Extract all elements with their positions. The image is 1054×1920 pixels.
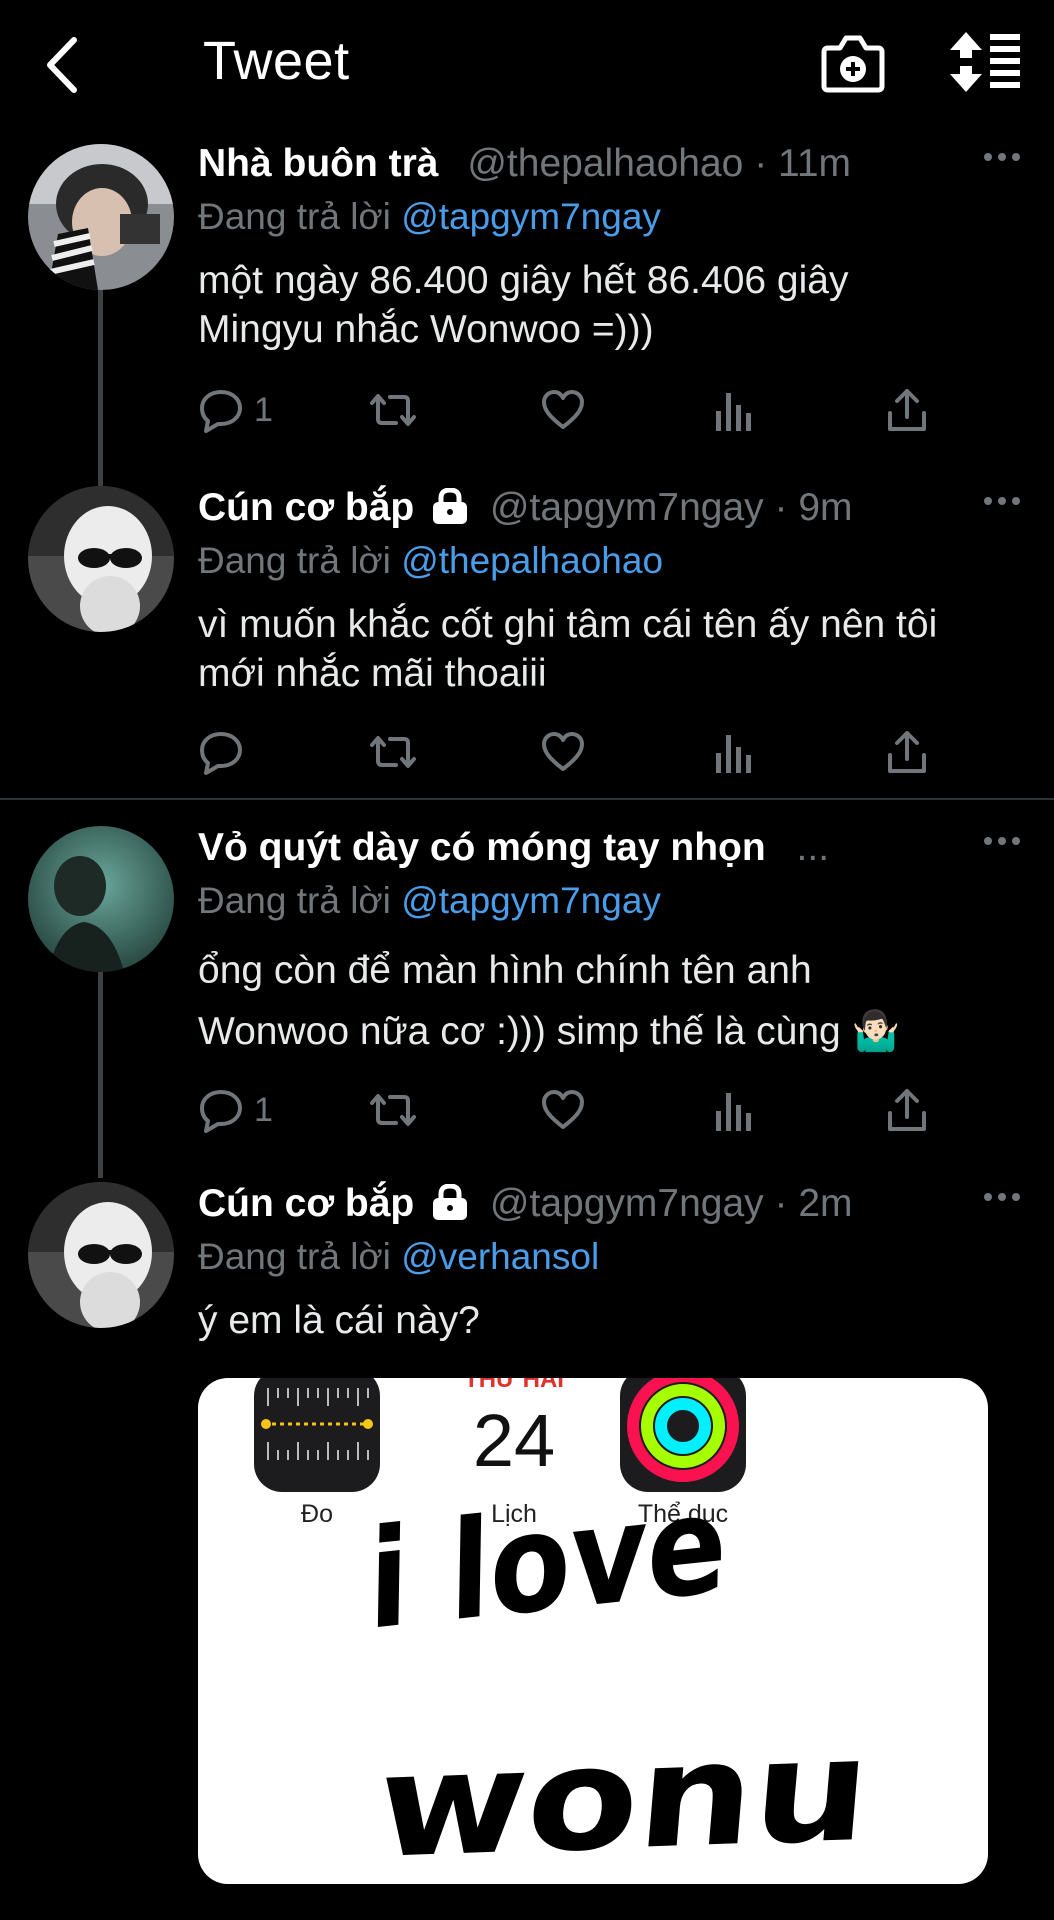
- reply-button[interactable]: [198, 722, 254, 782]
- timestamp: 9m: [798, 486, 853, 529]
- tweet-text: ổng còn để màn hình chính tên anh Wonwoo…: [198, 949, 901, 1053]
- more-options-icon[interactable]: [980, 486, 1024, 516]
- replying-to: Đang trả lời @tapgym7ngay: [198, 196, 1024, 244]
- thread-line: [98, 288, 103, 486]
- display-name[interactable]: Nhà buôn trà: [198, 142, 439, 185]
- replying-label: Đang trả lời: [198, 196, 391, 237]
- like-button[interactable]: [540, 722, 586, 782]
- display-name[interactable]: Cún cơ bắp: [198, 486, 414, 529]
- tweet-text: vì muốn khắc cốt ghi tâm cái tên ấy nên …: [198, 603, 938, 695]
- tweet-header: Vỏ quýt dày có móng tay nhọn ...: [198, 826, 1024, 878]
- avatar[interactable]: [28, 1182, 174, 1328]
- tweet-header: Cún cơ bắp @tapgym7ngay · 2m: [198, 1182, 1024, 1234]
- tweet-image[interactable]: Đo THỨ HAI 24 Lịch Thể dục i love wonu: [198, 1378, 988, 1884]
- share-button[interactable]: [886, 722, 928, 782]
- add-photo-icon[interactable]: [820, 30, 886, 96]
- mention-link[interactable]: @tapgym7ngay: [401, 196, 661, 237]
- thread-divider: [0, 798, 1054, 800]
- retweet-button[interactable]: [368, 380, 418, 440]
- retweet-button[interactable]: [368, 722, 418, 782]
- lock-icon: [431, 487, 469, 534]
- back-arrow-icon[interactable]: [40, 30, 90, 100]
- timestamp: 11m: [778, 142, 852, 185]
- more-options-icon[interactable]: [980, 142, 1024, 172]
- tweet-header: Cún cơ bắp @tapgym7ngay · 9m: [198, 486, 1024, 538]
- reply-count: 1: [254, 1090, 273, 1129]
- retweet-button[interactable]: [368, 1080, 418, 1140]
- mention-link[interactable]: @tapgym7ngay: [401, 880, 661, 921]
- mention-link[interactable]: @thepalhaohao: [401, 540, 663, 581]
- separator-dot: ·: [774, 486, 788, 529]
- replying-to: Đang trả lời @thepalhaohao: [198, 540, 1024, 588]
- lock-icon: [431, 1183, 469, 1230]
- share-button[interactable]: [886, 1080, 928, 1140]
- separator-dot: ·: [774, 1182, 788, 1225]
- replying-label: Đang trả lời: [198, 540, 391, 581]
- page-title: Tweet: [203, 31, 350, 91]
- replying-to: Đang trả lời @tapgym7ngay: [198, 880, 1024, 928]
- reply-button[interactable]: 1: [198, 1080, 273, 1140]
- username[interactable]: @tapgym7ngay: [490, 1182, 764, 1225]
- love-line: i love: [367, 1464, 728, 1661]
- tweet-text: ý em là cái này?: [198, 1299, 480, 1342]
- avatar[interactable]: [28, 486, 174, 632]
- sort-replies-icon[interactable]: [950, 30, 1022, 94]
- share-button[interactable]: [886, 380, 928, 440]
- reply-count: 1: [254, 390, 273, 429]
- avatar[interactable]: [28, 826, 174, 972]
- display-name[interactable]: Cún cơ bắp: [198, 1182, 414, 1225]
- top-bar: Tweet: [0, 0, 1054, 130]
- like-button[interactable]: [540, 1080, 586, 1140]
- tweet-header: Nhà buôn trà @thepalhaohao · 11m: [198, 142, 1024, 194]
- replying-label: Đang trả lời: [198, 1236, 391, 1277]
- more-options-icon[interactable]: [980, 1182, 1024, 1212]
- tweet-actions: 1: [198, 380, 926, 440]
- username[interactable]: @thepalhaohao: [467, 142, 743, 185]
- display-name[interactable]: Vỏ quýt dày có móng tay nhọn: [198, 826, 766, 869]
- tweet-actions: [198, 722, 926, 782]
- username[interactable]: ...: [797, 826, 830, 869]
- reply-button[interactable]: 1: [198, 380, 273, 440]
- like-button[interactable]: [540, 380, 586, 440]
- replying-to: Đang trả lời @verhansol: [198, 1236, 1024, 1284]
- username[interactable]: @tapgym7ngay: [490, 486, 764, 529]
- thread-line: [98, 968, 103, 1178]
- tweet-actions: 1: [198, 1080, 926, 1140]
- wonu-line: wonu: [371, 1707, 876, 1884]
- analytics-button[interactable]: [714, 722, 754, 782]
- replying-label: Đang trả lời: [198, 880, 391, 921]
- love-text-art: i love wonu: [367, 1464, 876, 1884]
- mention-link[interactable]: @verhansol: [401, 1236, 599, 1277]
- tweet-text: một ngày 86.400 giây hết 86.406 giây Min…: [198, 259, 849, 351]
- analytics-button[interactable]: [714, 380, 754, 440]
- timestamp: 2m: [798, 1182, 853, 1225]
- analytics-button[interactable]: [714, 1080, 754, 1140]
- avatar[interactable]: [28, 144, 174, 290]
- more-options-icon[interactable]: [980, 826, 1024, 856]
- separator-dot: ·: [754, 142, 768, 185]
